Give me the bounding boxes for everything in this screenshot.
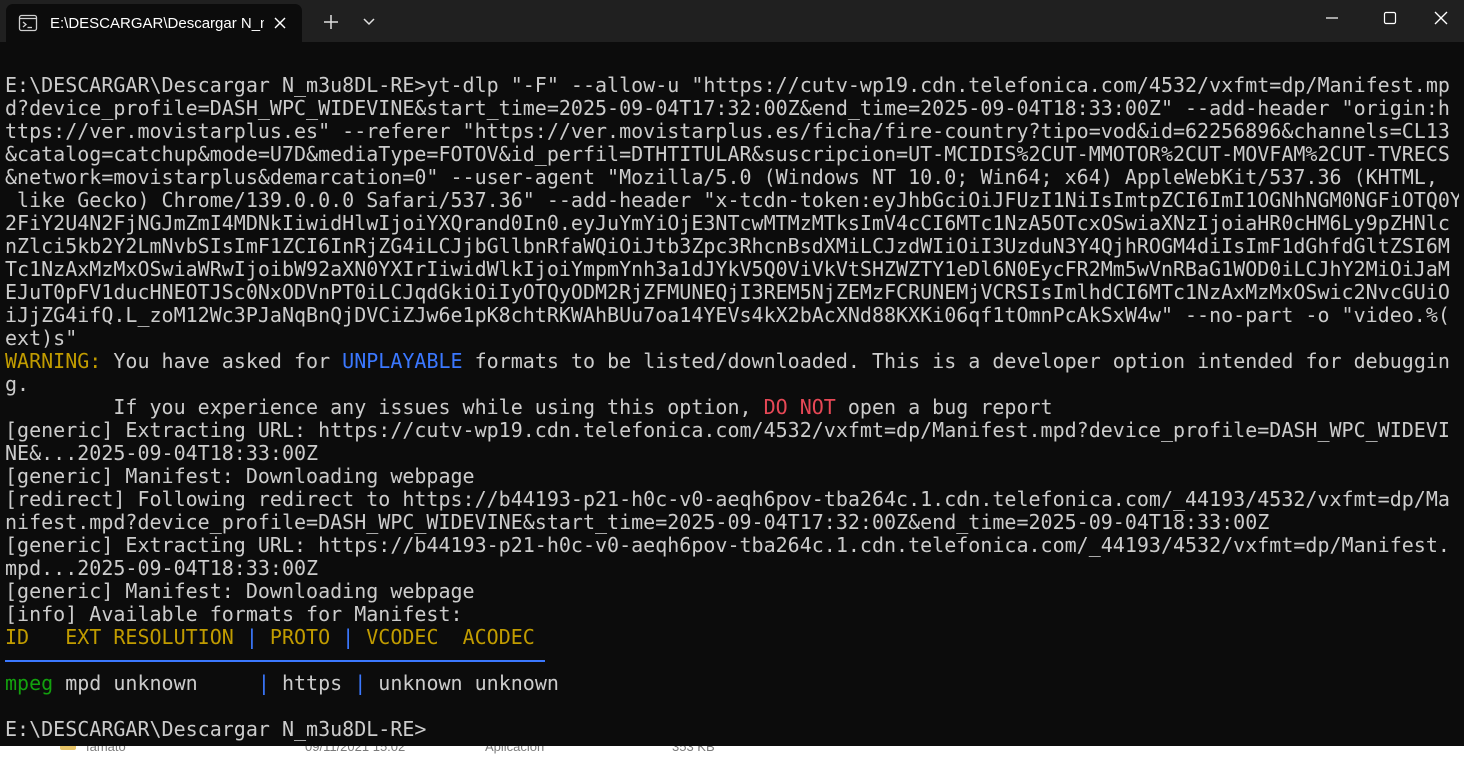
terminal-text-segment: If you experience any issues while using… (5, 395, 764, 419)
terminal-text-segment: You have asked for (101, 349, 343, 373)
tab-title: E:\DESCARGAR\Descargar N_m3u8DL-RE (50, 15, 264, 32)
terminal-text-segment: mpeg (5, 671, 54, 695)
terminal-line: g. (5, 373, 1459, 396)
terminal-text-segment: E:\DESCARGAR\Descargar N_m3u8DL-RE> (5, 717, 427, 741)
terminal-output[interactable]: E:\DESCARGAR\Descargar N_m3u8DL-RE>yt-dl… (5, 74, 1459, 746)
terminal-text-segment: mpd unknown (53, 671, 258, 695)
terminal-text-segment: VCODEC ACODEC (354, 625, 535, 649)
plus-icon (324, 15, 338, 29)
file-date: 09/11/2021 15:02 (305, 746, 406, 754)
file-size: 353 KB (672, 746, 715, 754)
table-separator (5, 649, 1459, 672)
terminal-line: mpd...2025-09-04T18:33:00Z (5, 557, 1459, 580)
terminal-line: [generic] Manifest: Downloading webpage (5, 465, 1459, 488)
terminal-line: ID EXT RESOLUTION | PROTO | VCODEC ACODE… (5, 626, 1459, 649)
terminal-line: [info] Available formats for Manifest: (5, 603, 1459, 626)
terminal-text-segment: mpd...2025-09-04T18:33:00Z (5, 556, 319, 580)
terminal-line: E:\DESCARGAR\Descargar N_m3u8DL-RE>yt-dl… (5, 74, 1459, 97)
background-explorer-row: famato 09/11/2021 15:02 Aplicación 353 K… (0, 746, 1464, 757)
terminal-text-segment: ttps://ver.movistarplus.es" --referer "h… (5, 119, 1450, 143)
terminal-line: nifest.mpd?device_profile=DASH_WPC_WIDEV… (5, 511, 1459, 534)
terminal-text-segment: E:\DESCARGAR\Descargar N_m3u8DL-RE>yt-dl… (5, 74, 1450, 97)
terminal-text-segment: https (269, 671, 355, 695)
file-name: famato (86, 746, 126, 754)
terminal-text-segment: UNPLAYABLE (342, 349, 463, 373)
terminal-text-segment: ext)s" (5, 326, 78, 350)
terminal-line: ext)s" (5, 327, 1459, 350)
terminal-line: NE&...2025-09-04T18:33:00Z (5, 442, 1459, 465)
terminal-line: If you experience any issues while using… (5, 396, 1459, 419)
terminal-text-segment: DO NOT (763, 395, 836, 419)
terminal-text-segment: | (257, 671, 270, 695)
terminal-line: [generic] Manifest: Downloading webpage (5, 580, 1459, 603)
terminal-text-segment: [redirect] Following redirect to https:/… (5, 487, 1450, 511)
terminal-line: Tc1NzAxMzMxOSwiaWRwIjoibW92aXN0YXIrIiwid… (5, 258, 1459, 281)
terminal-text-segment: &catalog=catchup&mode=U7D&mediaType=FOTO… (5, 142, 1450, 166)
terminal-text-segment: nZlci5kb2Y2LmNvbSIsImF1ZCI6InRjZG4iLCJjb… (5, 234, 1450, 258)
title-bar: E:\DESCARGAR\Descargar N_m3u8DL-RE (0, 0, 1464, 42)
maximize-icon (1383, 11, 1397, 25)
terminal-text-segment: | (342, 625, 355, 649)
application-icon (60, 746, 76, 750)
file-type: Aplicación (485, 746, 545, 754)
close-tab-icon[interactable] (270, 13, 290, 33)
terminal-line: &network=movistarplus&demarcation=0" --u… (5, 166, 1459, 189)
terminal-line: &catalog=catchup&mode=U7D&mediaType=FOTO… (5, 143, 1459, 166)
terminal-text-segment: [generic] Extracting URL: https://cutv-w… (5, 418, 1450, 442)
terminal-text-segment: [info] Available formats for Manifest: (5, 602, 463, 626)
terminal-line: E:\DESCARGAR\Descargar N_m3u8DL-RE> (5, 718, 1459, 741)
terminal-text-segment: 2FiY2U4N2FjNGJmZmI4MDNkIiwidHlwIjoiYXQra… (5, 211, 1450, 235)
terminal-text-segment: NE&...2025-09-04T18:33:00Z (5, 441, 319, 465)
tab-dropdown-button[interactable] (354, 8, 384, 36)
terminal-text-segment: EJuT0pFV1ducHNEOTJSc0NxODVnPT0iLCJqdGkiO… (5, 280, 1450, 304)
terminal-text-segment: [generic] Manifest: Downloading webpage (5, 579, 475, 603)
terminal-text-segment: [generic] Extracting URL: https://b44193… (5, 533, 1450, 557)
terminal-line: WARNING: You have asked for UNPLAYABLE f… (5, 350, 1459, 373)
terminal-text-segment: nifest.mpd?device_profile=DASH_WPC_WIDEV… (5, 510, 1270, 534)
terminal-tab[interactable]: E:\DESCARGAR\Descargar N_m3u8DL-RE (6, 4, 302, 42)
terminal-line: nZlci5kb2Y2LmNvbSIsImF1ZCI6InRjZG4iLCJjb… (5, 235, 1459, 258)
terminal-text-segment: open a bug report (835, 395, 1053, 419)
close-icon (1434, 11, 1448, 25)
terminal-text-segment: formats to be listed/downloaded. This is… (462, 349, 1450, 373)
terminal-line: mpeg mpd unknown | https | unknown unkno… (5, 672, 1459, 695)
maximize-button[interactable] (1360, 0, 1420, 36)
terminal-text-segment: d?device_profile=DASH_WPC_WIDEVINE&start… (5, 96, 1450, 120)
terminal-text-segment: WARNING: (5, 349, 102, 373)
chevron-down-icon (363, 18, 375, 26)
terminal-text-segment: [generic] Manifest: Downloading webpage (5, 464, 475, 488)
terminal-line: [redirect] Following redirect to https:/… (5, 488, 1459, 511)
terminal-text-segment: unknown unknown (366, 671, 559, 695)
terminal-line: ttps://ver.movistarplus.es" --referer "h… (5, 120, 1459, 143)
terminal-text-segment: | (354, 671, 367, 695)
terminal-line: 2FiY2U4N2FjNGJmZmI4MDNkIiwidHlwIjoiYXQra… (5, 212, 1459, 235)
terminal-line: [generic] Extracting URL: https://b44193… (5, 534, 1459, 557)
terminal-line: iJjZG4ifQ.L_zoM12Wc3PJaNqBnQjDVCiZJw6e1p… (5, 304, 1459, 327)
terminal-text-segment: iJjZG4ifQ.L_zoM12Wc3PJaNqBnQjDVCiZJw6e1p… (5, 303, 1450, 327)
terminal-text-segment: &network=movistarplus&demarcation=0" --u… (5, 165, 1438, 189)
terminal-line: EJuT0pFV1ducHNEOTJSc0NxODVnPT0iLCJqdGkiO… (5, 281, 1459, 304)
terminal-text-segment: g. (5, 372, 30, 396)
terminal-text-segment: ID EXT RESOLUTION (5, 625, 246, 649)
terminal-icon (18, 13, 38, 33)
minimize-button[interactable] (1302, 0, 1362, 36)
terminal-line: [generic] Extracting URL: https://cutv-w… (5, 419, 1459, 442)
terminal-text-segment: | (245, 625, 258, 649)
terminal-line: d?device_profile=DASH_WPC_WIDEVINE&start… (5, 97, 1459, 120)
terminal-text-segment: like Gecko) Chrome/139.0.0.0 Safari/537.… (5, 188, 1459, 212)
terminal-text-segment: Tc1NzAxMzMxOSwiaWRwIjoibW92aXN0YXIrIiwid… (5, 257, 1450, 281)
new-tab-button[interactable] (316, 8, 346, 36)
terminal-line: like Gecko) Chrome/139.0.0.0 Safari/537.… (5, 189, 1459, 212)
minimize-icon (1326, 17, 1338, 19)
close-window-button[interactable] (1418, 0, 1464, 36)
terminal-text-segment: PROTO (257, 625, 343, 649)
